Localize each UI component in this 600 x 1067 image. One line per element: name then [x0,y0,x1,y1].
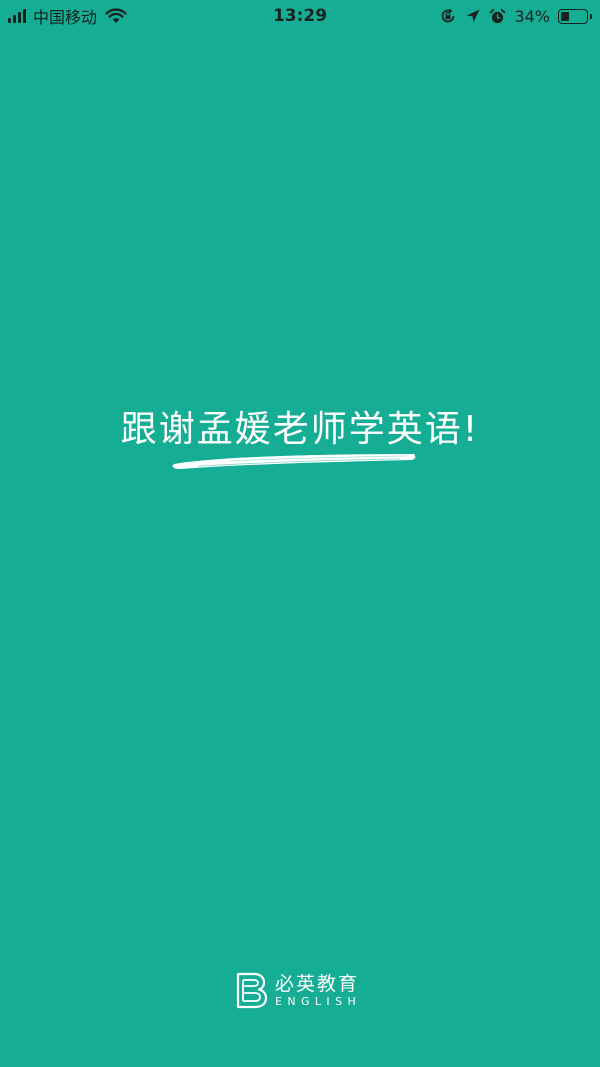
battery-percent: 34% [514,6,550,26]
brand-name-cn: 必英教育 [275,972,360,995]
brand-footer: 必英教育 ENGLISH [236,972,361,1009]
alarm-icon [490,8,506,23]
status-right: 34% [439,3,592,29]
brush-stroke-underline [172,454,416,469]
status-bar: 中国移动 13:29 34% [0,0,600,32]
location-arrow-icon [466,9,480,23]
battery-icon [558,8,592,24]
slogan-text: 跟谢孟媛老师学英语! [120,409,480,450]
slogan-container: 跟谢孟媛老师学英语! [0,400,600,452]
battery-fill [561,11,569,21]
brand-text: 必英教育 ENGLISH [275,973,361,1009]
rotation-lock-icon [442,8,455,23]
b-letter-logo-icon [236,972,268,1009]
brand-name-en: ENGLISH [275,994,362,1008]
